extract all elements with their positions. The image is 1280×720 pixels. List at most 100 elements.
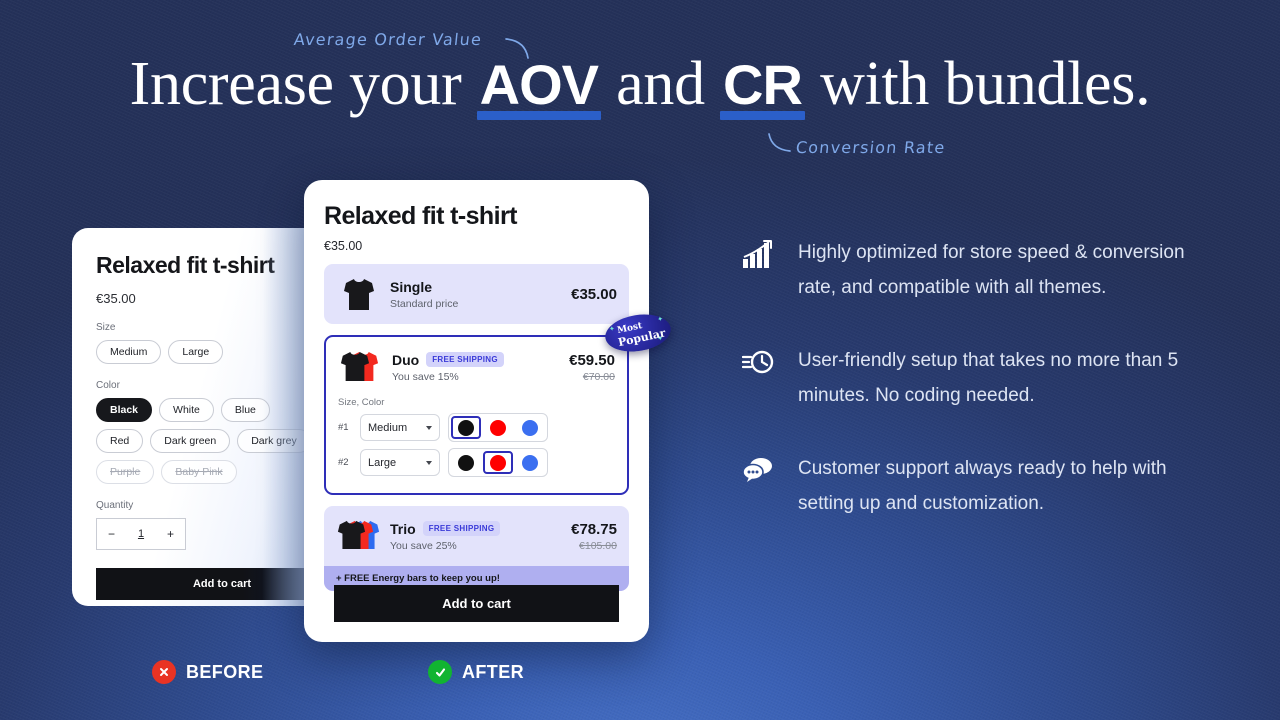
headline-part-1: Increase your	[129, 50, 477, 118]
single-price: €35.00	[571, 285, 617, 303]
color-option-baby-pink[interactable]: Baby Pink	[161, 460, 237, 484]
duo-variant-1-size-select[interactable]: Medium	[360, 414, 440, 441]
single-tee-image	[336, 274, 382, 314]
duo-free-shipping-badge: FREE SHIPPING	[426, 352, 504, 367]
duo-variant-2-size-select[interactable]: Large	[360, 449, 440, 476]
feature-text: Customer support always ready to help wi…	[798, 458, 1167, 514]
chat-support-icon	[742, 452, 776, 521]
duo-variant-2-size-value: Large	[368, 456, 397, 469]
color-option-purple[interactable]: Purple	[96, 460, 155, 484]
headline-aov: AOV	[476, 55, 602, 120]
tshirt-black-icon	[337, 520, 366, 549]
before-size-options: Medium Large	[96, 340, 318, 364]
growth-chart-icon	[742, 236, 776, 305]
after-product-price: €35.00	[324, 239, 363, 253]
tshirt-black-icon	[340, 351, 370, 381]
duo-variant-row-1: #1 Medium	[338, 413, 615, 442]
headline-section: Increase your AOV and CR with bundles.	[0, 50, 1280, 120]
quantity-value: 1	[137, 528, 145, 540]
duo-variant-2-number: #2	[338, 457, 349, 468]
color-dot-blue	[522, 419, 538, 436]
color-dot-red	[490, 454, 506, 471]
chevron-down-icon	[426, 460, 432, 465]
sparkle-icon: ✦	[608, 325, 616, 334]
feature-item: Highly optimized for store speed & conve…	[742, 236, 1194, 305]
before-size-label: Size	[96, 322, 116, 333]
features-list: Highly optimized for store speed & conve…	[741, 236, 1194, 560]
before-product-title: Relaxed fit t-shirt	[96, 252, 275, 278]
duo-tee-image	[338, 347, 384, 387]
before-product-card: Relaxed fit t-shirt €35.00 Size Medium L…	[72, 228, 340, 606]
sparkle-icon: ✦	[656, 315, 664, 324]
annotation-conversion-rate: Conversion Rate	[795, 138, 947, 157]
after-label: AFTER	[462, 661, 524, 682]
color-option-dark-green[interactable]: Dark green	[150, 429, 231, 453]
feature-item: Customer support always ready to help wi…	[742, 452, 1194, 521]
fast-clock-icon	[741, 344, 776, 413]
color-option-blue[interactable]: Blue	[220, 398, 270, 422]
duo-variant-2-swatch-blue[interactable]	[515, 451, 545, 474]
trio-name: Trio	[390, 520, 416, 537]
duo-variant-1-swatch-red[interactable]	[483, 416, 513, 439]
annotation-average-order-value: Average Order Value	[293, 30, 484, 49]
color-dot-red	[490, 419, 506, 436]
after-add-to-cart-button[interactable]: Add to cart	[334, 585, 619, 622]
single-subtitle: Standard price	[390, 297, 459, 310]
duo-variant-row-2: #2 Large	[338, 448, 615, 477]
duo-variant-2-swatch-black[interactable]	[451, 451, 481, 474]
duo-variant-1-swatch-black[interactable]	[451, 416, 481, 439]
quantity-decrement-button[interactable]: −	[108, 527, 115, 541]
duo-variant-2-color-swatches	[448, 448, 548, 477]
duo-variant-1-number: #1	[338, 422, 349, 433]
before-label: BEFORE	[186, 661, 264, 682]
quantity-stepper[interactable]: − 1 +	[96, 518, 186, 550]
after-product-card: Relaxed fit t-shirt €35.00 Single Standa…	[304, 180, 674, 642]
color-option-dark-grey[interactable]: Dark grey	[237, 429, 311, 453]
bundle-option-trio[interactable]: Trio FREE SHIPPING You save 25% €78.75 €…	[324, 506, 629, 591]
feature-text: User-friendly setup that takes no more t…	[798, 350, 1179, 406]
before-color-label: Color	[96, 380, 120, 391]
color-dot-black	[458, 454, 474, 471]
size-option-medium[interactable]: Medium	[96, 340, 162, 364]
trio-compare-price: €105.00	[579, 539, 617, 552]
size-option-large[interactable]: Large	[168, 340, 224, 364]
before-label-group: BEFORE	[152, 660, 263, 684]
bundle-option-duo[interactable]: ✦ ✦ ✦ Most Popular Duo FREE SHIPPING You	[324, 310, 674, 495]
duo-variant-1-swatch-blue[interactable]	[515, 416, 545, 439]
duo-name: Duo	[392, 351, 420, 368]
trio-subtitle: You save 25%	[390, 539, 457, 552]
color-option-white[interactable]: White	[159, 398, 214, 422]
after-label-group: AFTER	[428, 660, 524, 684]
check-circle-icon	[428, 660, 452, 684]
after-product-title: Relaxed fit t-shirt	[324, 202, 517, 230]
duo-variant-1-color-swatches	[448, 413, 548, 442]
duo-price: €59.50	[569, 351, 615, 369]
trio-price: €78.75	[571, 520, 617, 538]
duo-compare-price: €70.00	[582, 370, 615, 383]
duo-variant-label: Size, Color	[338, 397, 385, 408]
cross-circle-icon	[152, 660, 176, 684]
duo-variant-2-swatch-red[interactable]	[483, 451, 513, 474]
quantity-increment-button[interactable]: +	[167, 527, 174, 541]
duo-subtitle: You save 15%	[392, 370, 459, 383]
annotation-arrow-aov	[505, 38, 529, 59]
color-dot-blue	[522, 454, 538, 471]
feature-item: User-friendly setup that takes no more t…	[741, 344, 1194, 413]
annotation-arrow-cr	[768, 133, 791, 152]
color-dot-black	[458, 419, 474, 436]
bundle-option-single[interactable]: Single Standard price €35.00	[324, 264, 629, 324]
duo-variant-selectors: Size, Color #1 Medium #2 Large	[326, 397, 627, 493]
headline-cr: CR	[720, 55, 805, 120]
tshirt-black-icon	[344, 279, 374, 310]
feature-text: Highly optimized for store speed & conve…	[798, 242, 1185, 298]
trio-free-shipping-badge: FREE SHIPPING	[422, 521, 501, 536]
headline-part-3: with bundles.	[804, 50, 1151, 118]
page-title: Increase your AOV and CR with bundles.	[0, 50, 1280, 120]
before-product-price: €35.00	[96, 291, 136, 306]
trio-tee-image	[336, 516, 382, 556]
color-option-black[interactable]: Black	[96, 398, 153, 422]
chevron-down-icon	[426, 425, 432, 430]
single-name: Single	[390, 278, 433, 295]
before-color-options: Black White Blue Red Dark green Dark gre…	[96, 398, 318, 484]
color-option-red[interactable]: Red	[96, 429, 144, 453]
